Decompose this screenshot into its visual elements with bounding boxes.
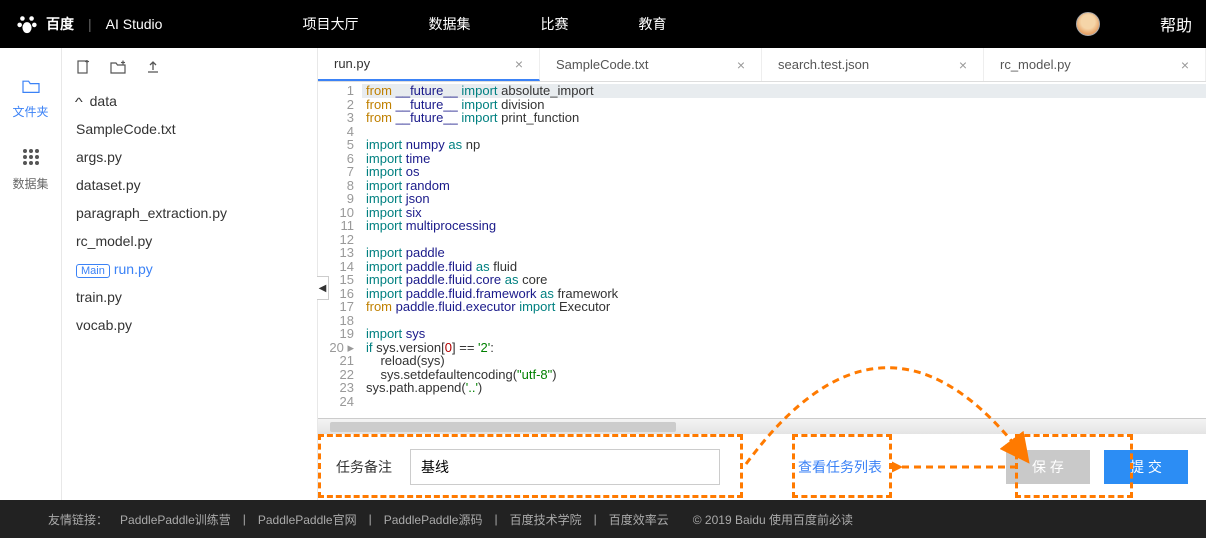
footer-prefix: 友情链接： [48, 511, 108, 528]
brand-cn: 百度 [46, 14, 74, 34]
dataset-icon [0, 148, 61, 171]
submit-bar: 任务备注 查看任务列表 保 存 提 交 [318, 434, 1206, 500]
submit-button[interactable]: 提 交 [1104, 450, 1188, 484]
task-note-input[interactable] [410, 449, 720, 485]
main-badge: Main [76, 264, 110, 278]
rail-datasets[interactable]: 数据集 [0, 148, 61, 192]
footer-link-4[interactable]: 百度效率云 [609, 511, 669, 528]
footer-copyright: © 2019 Baidu 使用百度前必读 [693, 511, 853, 528]
file-run[interactable]: Main run.py [62, 255, 317, 283]
folder-icon [0, 78, 61, 99]
new-folder-icon[interactable] [110, 60, 126, 77]
rail-datasets-label: 数据集 [0, 175, 61, 192]
brand-logo[interactable]: 百度 | AI Studio [14, 13, 162, 35]
footer-link-2[interactable]: PaddlePaddle源码 [384, 511, 483, 528]
file-run-label: run.py [114, 261, 153, 277]
user-avatar-icon[interactable] [1076, 12, 1100, 36]
view-task-list-link[interactable]: 查看任务列表 [798, 457, 882, 477]
code-lines[interactable]: from __future__ import absolute_importfr… [362, 82, 1206, 418]
annotation-arrow-left-icon [892, 452, 1022, 482]
rail-files-label: 文件夹 [0, 103, 61, 120]
close-icon[interactable]: × [959, 57, 967, 73]
close-icon[interactable]: × [737, 57, 745, 73]
close-icon[interactable]: × [1181, 57, 1189, 73]
tab-rc-model-label: rc_model.py [1000, 57, 1071, 72]
page-footer: 友情链接： PaddlePaddle训练营| PaddlePaddle官网| P… [0, 500, 1206, 538]
line-gutter: 1234567891011121314151617181920 ▸2122232… [318, 82, 362, 418]
baidu-paw-icon [14, 13, 40, 35]
main-area: 文件夹 数据集 data SampleCode.txt args.py data… [0, 48, 1206, 500]
collapse-handle-icon[interactable]: ◀ [317, 276, 329, 300]
tab-rc-model[interactable]: rc_model.py × [984, 48, 1206, 81]
nav-education[interactable]: 教育 [638, 14, 666, 34]
task-note-label: 任务备注 [336, 457, 392, 477]
tab-samplecode-label: SampleCode.txt [556, 57, 649, 72]
brand-separator: | [88, 16, 92, 32]
file-paragraph-extraction[interactable]: paragraph_extraction.py [62, 199, 317, 227]
tab-run[interactable]: run.py × [318, 48, 540, 81]
top-nav: 项目大厅 数据集 比赛 教育 [302, 14, 666, 34]
brand-studio: AI Studio [106, 16, 163, 32]
upload-icon[interactable] [146, 60, 160, 77]
new-file-icon[interactable] [76, 60, 90, 77]
tab-run-label: run.py [334, 56, 370, 71]
file-train[interactable]: train.py [62, 283, 317, 311]
footer-link-0[interactable]: PaddlePaddle训练营 [120, 511, 231, 528]
editor-tabs: run.py × SampleCode.txt × search.test.json… [318, 48, 1206, 82]
tab-search-test[interactable]: search.test.json × [762, 48, 984, 81]
file-tree: data SampleCode.txt args.py dataset.py p… [62, 48, 318, 500]
top-header: 百度 | AI Studio 项目大厅 数据集 比赛 教育 帮助 [0, 0, 1206, 48]
file-samplecode[interactable]: SampleCode.txt [62, 115, 317, 143]
tree-root[interactable]: data [62, 87, 317, 115]
rail-files[interactable]: 文件夹 [0, 78, 61, 120]
left-rail: 文件夹 数据集 [0, 48, 62, 500]
file-args[interactable]: args.py [62, 143, 317, 171]
footer-link-3[interactable]: 百度技术学院 [510, 511, 582, 528]
close-icon[interactable]: × [515, 56, 523, 72]
tab-samplecode[interactable]: SampleCode.txt × [540, 48, 762, 81]
horizontal-scrollbar[interactable] [318, 418, 1206, 434]
file-rc-model[interactable]: rc_model.py [62, 227, 317, 255]
code-view[interactable]: 1234567891011121314151617181920 ▸2122232… [318, 82, 1206, 418]
editor-pane: run.py × SampleCode.txt × search.test.json… [318, 48, 1206, 500]
tab-search-test-label: search.test.json [778, 57, 869, 72]
save-button[interactable]: 保 存 [1006, 450, 1090, 484]
nav-competitions[interactable]: 比赛 [540, 14, 568, 34]
footer-link-1[interactable]: PaddlePaddle官网 [258, 511, 357, 528]
nav-datasets[interactable]: 数据集 [428, 14, 470, 34]
file-dataset[interactable]: dataset.py [62, 171, 317, 199]
file-vocab[interactable]: vocab.py [62, 311, 317, 339]
help-link[interactable]: 帮助 [1160, 12, 1192, 36]
tree-toolbar [62, 60, 317, 87]
nav-projects[interactable]: 项目大厅 [302, 14, 358, 34]
tree-root-label: data [90, 93, 117, 109]
